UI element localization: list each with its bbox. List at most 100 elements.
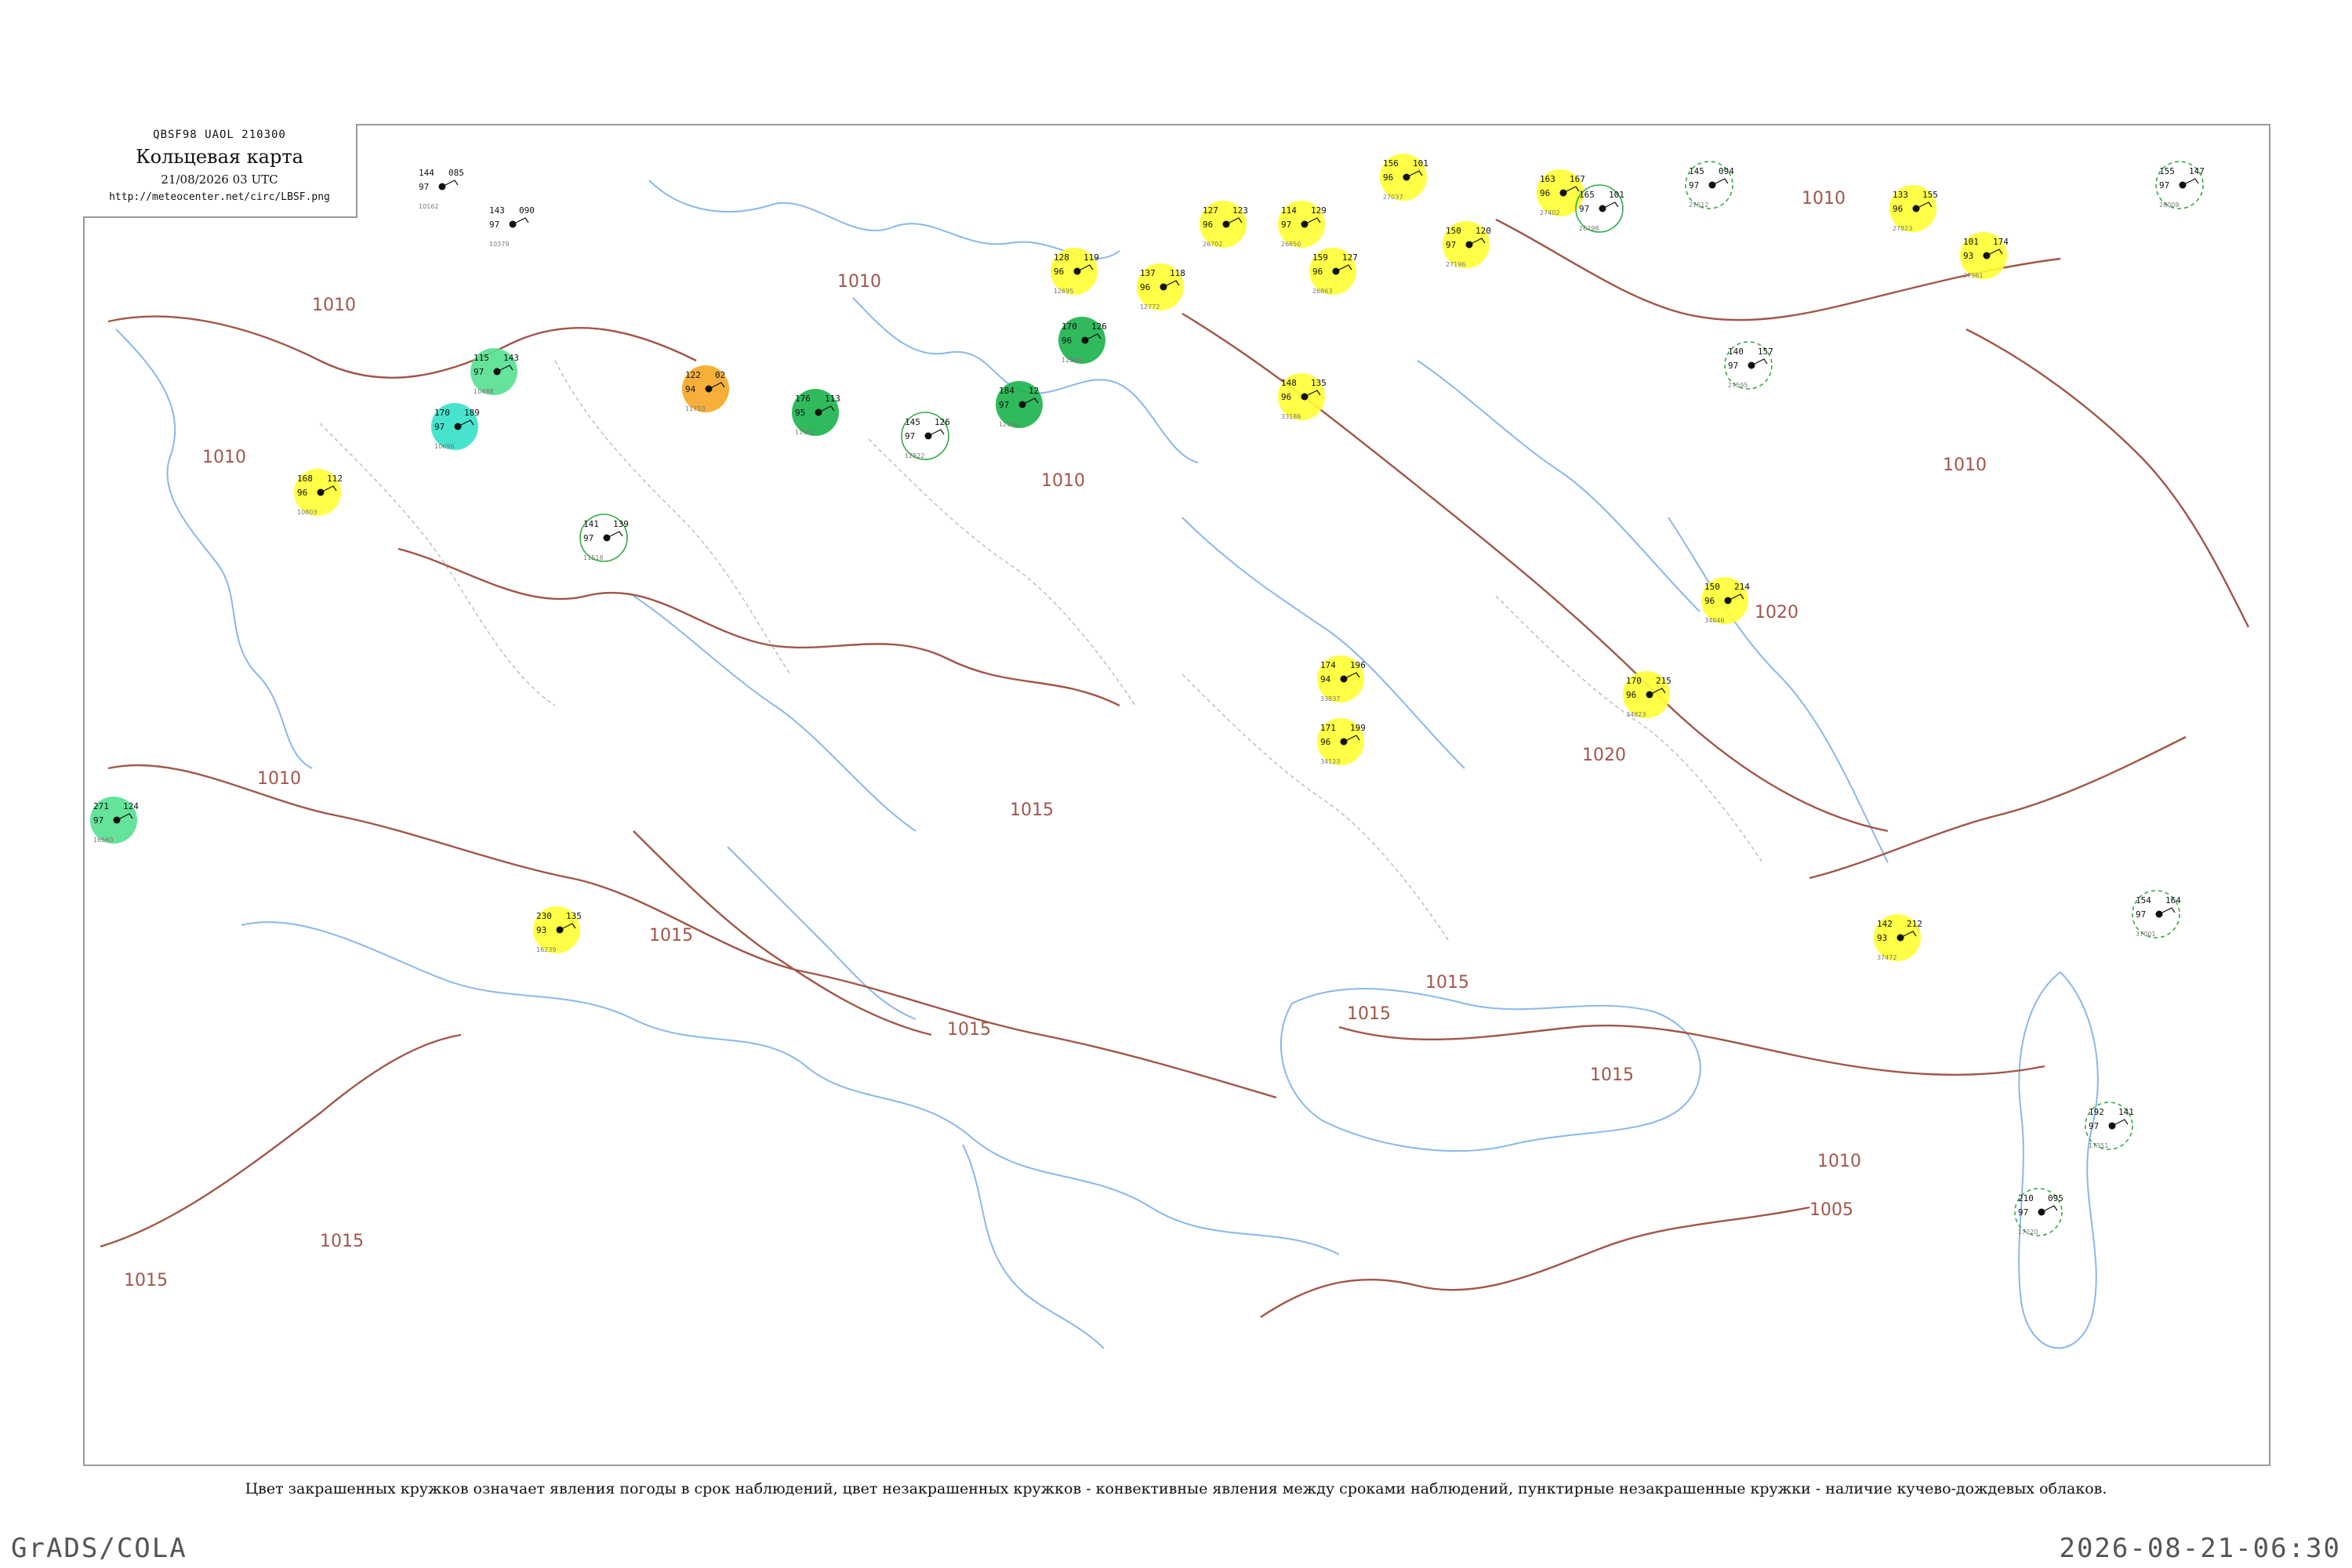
station-plot[interactable]: 114 129 97 26850 [1278, 201, 1327, 248]
station-dewpoint: 96 [1540, 188, 1550, 198]
station-plot[interactable]: 144 085 97 10162 [419, 168, 464, 210]
station-plot[interactable]: 150 214 96 34646 [1701, 577, 1750, 624]
station-plot[interactable]: 184 12 97 12330 [996, 381, 1043, 428]
station-pressure: 135 [566, 911, 582, 921]
station-plot[interactable]: 170 215 96 34823 [1623, 671, 1671, 718]
station-pressure: 112 [327, 474, 343, 484]
station-dewpoint: 97 [905, 431, 915, 441]
station-id: 34646 [1704, 617, 1724, 624]
station-plot[interactable]: 101 174 93 27961 [1960, 232, 2009, 279]
station-dewpoint: 96 [1383, 172, 1393, 183]
coastline-aegean [962, 1144, 1105, 1349]
station-pressure: 174 [1993, 237, 2009, 247]
station-pressure: 143 [503, 353, 519, 363]
footer-timestamp: 2026-08-21-06:30 [2059, 1533, 2341, 1564]
station-plot[interactable]: 168 112 96 10803 [294, 469, 343, 516]
station-plot[interactable]: 174 196 94 33837 [1317, 655, 1366, 702]
station-id: 26702 [1203, 241, 1222, 248]
station-dewpoint: 96 [1312, 267, 1323, 277]
station-dewpoint: 97 [93, 815, 103, 826]
station-pressure: 214 [1734, 582, 1750, 592]
station-dewpoint: 96 [1203, 220, 1213, 230]
isobar-4 [100, 1033, 462, 1248]
station-plot[interactable]: 122 02 94 11710 [682, 365, 729, 412]
station-id: 11952 [795, 429, 815, 436]
wind-barb [927, 429, 945, 437]
station-plot[interactable]: 133 155 96 27823 [1889, 185, 1938, 232]
station-plot[interactable]: 145 126 97 12822 [901, 412, 950, 460]
station-pressure: 141 [2118, 1107, 2134, 1117]
wind-barb [606, 531, 623, 539]
station-plot[interactable]: 141 139 97 11518 [579, 514, 629, 562]
station-dewpoint: 97 [489, 220, 499, 230]
station-dewpoint: 97 [2089, 1121, 2099, 1131]
station-plot[interactable]: 155 147 97 28009 [2155, 161, 2205, 209]
station-id: 27612 [1689, 201, 1708, 209]
source-url[interactable]: http://meteocenter.net/circ/LBSF.png [83, 191, 356, 203]
map-canvas[interactable]: 1010 1010 1010 1010 1010 1010 1010 1015 1015 1015… [85, 125, 2269, 1465]
station-pressure: 126 [1091, 321, 1107, 332]
station-plot[interactable]: 170 126 96 12566 [1058, 317, 1107, 364]
station-pressure: 090 [519, 205, 535, 216]
station-id: 33837 [1320, 695, 1340, 702]
station-temperature: 128 [1054, 252, 1069, 263]
station-pressure: 101 [1609, 190, 1624, 200]
station-plot[interactable]: 159 127 96 26863 [1309, 248, 1358, 295]
station-plot[interactable]: 128 119 96 12695 [1051, 248, 1099, 295]
station-plot[interactable]: 115 143 97 10488 [470, 348, 519, 395]
station-pressure: 212 [1907, 919, 1922, 929]
station-id: 12772 [1140, 303, 1160, 310]
station-plot[interactable]: 210 095 97 17220 [2014, 1188, 2063, 1236]
station-temperature: 143 [489, 205, 505, 216]
isobar-label: 1015 [320, 1232, 364, 1251]
map-title: Кольцевая карта [136, 146, 303, 168]
station-dewpoint: 93 [1963, 251, 1973, 261]
stations: 144 0859710162 143 0909710379115 14397104881… [90, 154, 2205, 1236]
station-plot[interactable]: 140 157 97 27595 [1724, 341, 1773, 390]
station-plot[interactable]: 271 124 97 16560 [90, 797, 139, 844]
coastline-mediterranean [241, 921, 1340, 1255]
legend-note: Цвет закрашенных кружков означает явлени… [245, 1480, 2107, 1497]
station-pressure: 12 [1029, 386, 1039, 396]
station-id: 10488 [474, 388, 493, 395]
isobar-7 [1260, 1206, 1810, 1318]
station-id: 27196 [1446, 261, 1465, 268]
station-dewpoint: 93 [1877, 933, 1887, 943]
station-plot[interactable]: 142 212 93 37472 [1874, 914, 1922, 961]
station-plot[interactable]: 230 135 93 16239 [533, 906, 582, 953]
station-plot[interactable]: 143 090 97 10379 [489, 205, 535, 248]
station-plot[interactable]: 154 164 97 37001 [2132, 890, 2181, 938]
station-id: 12822 [905, 452, 924, 459]
station-plot[interactable]: 148 135 96 33186 [1278, 373, 1327, 420]
isobar-label: 1020 [1755, 603, 1798, 622]
station-temperature: 114 [1281, 205, 1297, 216]
station-plot[interactable]: 171 199 96 34123 [1317, 718, 1366, 765]
station-dewpoint: 97 [2018, 1207, 2028, 1218]
station-plot[interactable]: 163 167 96 27402 [1537, 169, 1585, 216]
station-id: 12330 [999, 421, 1018, 428]
station-plot[interactable]: 150 120 97 27196 [1443, 221, 1491, 268]
station-plot[interactable]: 192 141 97 17351 [2085, 1102, 2134, 1150]
station-id: 34823 [1626, 711, 1646, 718]
station-plot[interactable]: 156 101 96 27037 [1380, 154, 1428, 201]
station-plot[interactable]: 137 118 96 12772 [1137, 263, 1185, 310]
station-plot[interactable]: 145 094 97 27612 [1685, 161, 1734, 209]
station-temperature: 210 [2018, 1193, 2034, 1203]
station-temperature: 154 [2136, 895, 2151, 906]
bulletin-code: QBSF98 UAOL 210300 [153, 129, 286, 141]
station-plot[interactable]: 176 113 95 11952 [792, 389, 840, 436]
station-temperature: 148 [1281, 378, 1297, 388]
station-id: 37472 [1877, 954, 1896, 961]
station-plot[interactable]: 127 123 96 26702 [1200, 201, 1248, 248]
station-dewpoint: 96 [1626, 690, 1636, 700]
station-temperature: 271 [93, 801, 109, 811]
station-pressure: 135 [1311, 378, 1327, 388]
station-plot[interactable]: 170 189 97 10696 [431, 403, 480, 450]
station-id: 10162 [419, 203, 438, 210]
station-temperature: 184 [999, 386, 1014, 396]
station-plot[interactable]: 165 101 97 26298 [1575, 184, 1624, 233]
isobar-1 [107, 315, 697, 379]
station-id: 37001 [2136, 931, 2155, 938]
isobar-label: 1020 [1582, 746, 1626, 765]
wind-barb [1602, 201, 1619, 209]
